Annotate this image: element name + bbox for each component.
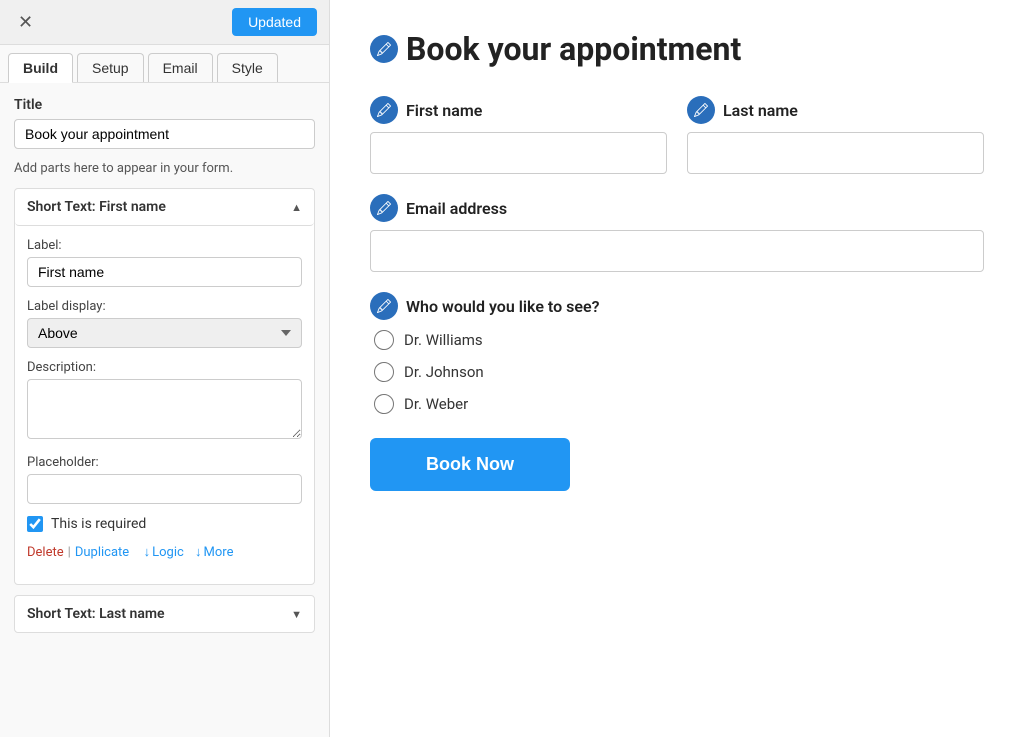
radio-section: Who would you like to see? Dr. Williams … — [370, 292, 984, 414]
title-edit-icon[interactable] — [370, 35, 398, 63]
right-panel: Book your appointment First name — [330, 0, 1024, 737]
label-group: Label: — [27, 238, 302, 287]
pencil-icon — [377, 42, 391, 56]
required-checkbox[interactable] — [27, 516, 43, 532]
email-input[interactable] — [370, 230, 984, 272]
arrow-down-more-icon — [195, 545, 204, 560]
radio-label-dr-williams: Dr. Williams — [404, 331, 483, 349]
radio-dr-williams[interactable] — [374, 330, 394, 350]
field-card-header-lastname[interactable]: Short Text: Last name — [15, 596, 314, 632]
radio-dr-weber[interactable] — [374, 394, 394, 414]
form-title: Book your appointment — [406, 30, 741, 68]
field-card-title-firstname: Short Text: First name — [27, 199, 166, 215]
description-label: Description: — [27, 360, 302, 375]
pencil-icon-radio — [377, 299, 391, 313]
last-name-label: Last name — [723, 101, 798, 120]
radio-option-2: Dr. Weber — [374, 394, 984, 414]
tab-setup[interactable]: Setup — [77, 53, 144, 82]
email-edit-icon[interactable] — [370, 194, 398, 222]
field-card-body-firstname: Label: Label display: Above Below Hidden… — [15, 226, 314, 584]
hint-text: Add parts here to appear in your form. — [14, 161, 315, 176]
first-name-label: First name — [406, 101, 482, 120]
pencil-icon-email — [377, 201, 391, 215]
required-row: This is required — [27, 516, 302, 532]
radio-edit-icon[interactable] — [370, 292, 398, 320]
radio-label-dr-johnson: Dr. Johnson — [404, 363, 484, 381]
title-label: Title — [14, 97, 315, 113]
placeholder-input[interactable] — [27, 474, 302, 504]
panel-body: Title Add parts here to appear in your f… — [0, 83, 329, 737]
title-input[interactable] — [14, 119, 315, 149]
last-name-edit-icon[interactable] — [687, 96, 715, 124]
action-links: Delete | Duplicate Logic More — [27, 544, 302, 572]
first-name-label-row: First name — [370, 96, 667, 124]
pencil-icon-ln — [694, 103, 708, 117]
field-card-header-firstname[interactable]: Short Text: First name — [15, 189, 314, 226]
email-label-row: Email address — [370, 194, 984, 222]
delete-link[interactable]: Delete — [27, 545, 64, 560]
chevron-down-icon — [291, 606, 302, 622]
last-name-label-row: Last name — [687, 96, 984, 124]
placeholder-label: Placeholder: — [27, 455, 302, 470]
label-display-label: Label display: — [27, 299, 302, 314]
tab-style[interactable]: Style — [217, 53, 278, 82]
radio-section-label: Who would you like to see? — [406, 297, 599, 316]
last-name-input[interactable] — [687, 132, 984, 174]
radio-label-row: Who would you like to see? — [370, 292, 984, 320]
close-button[interactable]: ✕ — [12, 10, 39, 35]
sep1: | — [68, 545, 71, 560]
field-card-title-lastname: Short Text: Last name — [27, 606, 165, 622]
updated-button[interactable]: Updated — [232, 8, 317, 36]
radio-option-0: Dr. Williams — [374, 330, 984, 350]
tab-email[interactable]: Email — [148, 53, 213, 82]
first-name-input[interactable] — [370, 132, 667, 174]
form-title-row: Book your appointment — [370, 30, 984, 68]
top-bar: ✕ Updated — [0, 0, 329, 45]
chevron-up-icon — [291, 199, 302, 215]
tab-build[interactable]: Build — [8, 53, 73, 83]
duplicate-link[interactable]: Duplicate — [75, 545, 129, 560]
title-section: Title — [14, 97, 315, 149]
field-card-lastname: Short Text: Last name — [14, 595, 315, 633]
last-name-field: Last name — [687, 96, 984, 174]
radio-option-1: Dr. Johnson — [374, 362, 984, 382]
label-display-group: Label display: Above Below Hidden — [27, 299, 302, 348]
book-now-button[interactable]: Book Now — [370, 438, 570, 491]
left-panel: ✕ Updated Build Setup Email Style Title … — [0, 0, 330, 737]
tabs-bar: Build Setup Email Style — [0, 45, 329, 83]
first-name-field: First name — [370, 96, 667, 174]
pencil-icon-fn — [377, 103, 391, 117]
label-input[interactable] — [27, 257, 302, 287]
description-group: Description: — [27, 360, 302, 443]
name-row: First name Last name — [370, 96, 984, 174]
radio-options: Dr. Williams Dr. Johnson Dr. Weber — [370, 330, 984, 414]
first-name-edit-icon[interactable] — [370, 96, 398, 124]
label-field-label: Label: — [27, 238, 302, 253]
more-link[interactable]: More — [195, 544, 233, 560]
radio-label-dr-weber: Dr. Weber — [404, 395, 468, 413]
description-textarea[interactable] — [27, 379, 302, 439]
arrow-down-logic-icon — [144, 545, 153, 560]
logic-link[interactable]: Logic — [144, 544, 184, 560]
email-field-wrapper: Email address — [370, 194, 984, 272]
radio-dr-johnson[interactable] — [374, 362, 394, 382]
placeholder-group: Placeholder: — [27, 455, 302, 504]
email-label: Email address — [406, 199, 507, 218]
field-card-firstname: Short Text: First name Label: Label disp… — [14, 188, 315, 585]
label-display-select[interactable]: Above Below Hidden — [27, 318, 302, 348]
required-label: This is required — [51, 516, 146, 532]
